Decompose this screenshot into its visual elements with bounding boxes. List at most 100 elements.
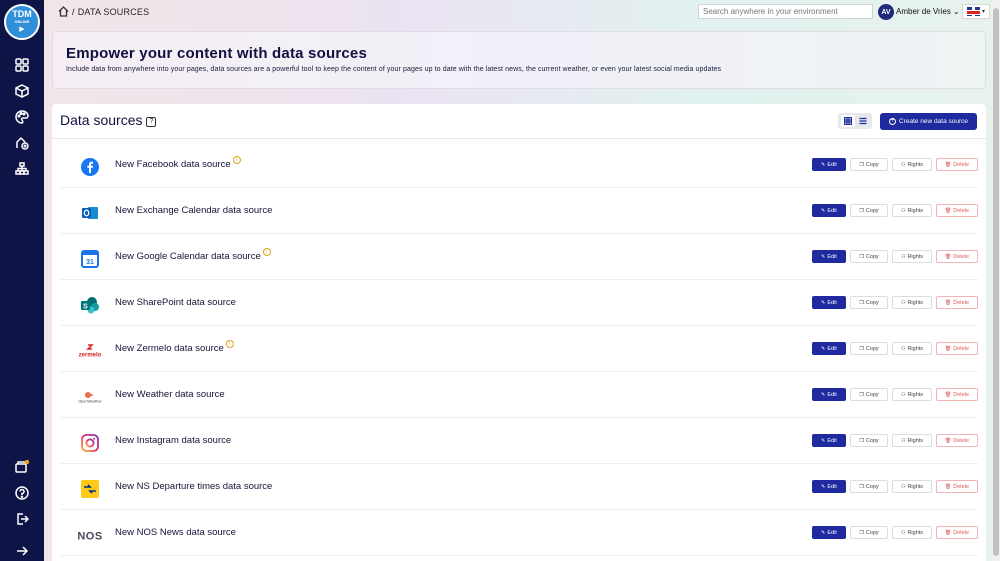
copy-button[interactable]: ❐ Copy [850,204,888,217]
rights-button[interactable]: ⚇ Rights [892,434,932,447]
rights-button[interactable]: ⚇ Rights [892,342,932,355]
rights-button[interactable]: ⚇ Rights [892,480,932,493]
copy-button[interactable]: ❐ Copy [850,342,888,355]
edit-button[interactable]: ✎ Edit [812,342,846,355]
help-question-icon[interactable]: ? [146,116,157,127]
caret-down-icon: ▾ [981,9,985,15]
delete-button[interactable]: 🗑 Delete [936,204,978,217]
network-icon[interactable] [11,158,33,180]
row-actions: ✎ Edit ❐ Copy ⚇ Rights 🗑 Delete [812,250,978,263]
users-icon: ⚇ [900,483,906,490]
delete-button[interactable]: 🗑 Delete [936,158,978,171]
data-source-row: S New SharePoint data source ✎ Edit ❐ Copy ⚇ Ri… [61,284,978,326]
copy-icon: ❐ [859,345,864,352]
edit-button-label: Edit [827,299,837,306]
delete-button[interactable]: 🗑 Delete [936,526,978,539]
data-sources-icon[interactable] [11,132,33,154]
svg-text:NOS: NOS [77,530,102,541]
rights-button[interactable]: ⚇ Rights [892,296,932,309]
edit-button[interactable]: ✎ Edit [812,526,846,539]
language-selector[interactable]: ▾ [962,4,990,19]
edit-button[interactable]: ✎ Edit [812,158,846,171]
svg-text:zermelo: zermelo [79,352,102,358]
hero-banner: Empower your content with data sources I… [52,31,986,89]
data-source-row: New Instagram data source ✎ Edit ❐ Copy ⚇ Righ… [61,422,978,464]
help-icon[interactable] [11,482,33,504]
trash-icon: 🗑 [944,345,952,352]
create-data-source-button[interactable]: + Create new data source [880,113,977,130]
data-source-label: New Google Calendar data source [115,251,261,262]
play-icon: ▶ [19,26,25,33]
data-source-name: New Facebook data source i [115,156,241,170]
user-menu[interactable]: Amber de Vries ⌄ [896,7,960,16]
copy-button[interactable]: ❐ Copy [850,480,888,493]
edit-icon: ✎ [821,161,826,168]
rights-button[interactable]: ⚇ Rights [892,158,932,171]
copy-button[interactable]: ❐ Copy [850,388,888,401]
home-icon[interactable] [58,6,69,17]
edit-button[interactable]: ✎ Edit [812,434,846,447]
hero-title: Empower your content with data sources [66,45,367,62]
info-icon[interactable]: i [232,156,241,164]
copy-button-label: Copy [865,253,879,260]
info-icon[interactable]: i [262,248,271,256]
search-input[interactable] [698,4,873,19]
copy-button-label: Copy [865,483,879,490]
copy-button[interactable]: ❐ Copy [850,296,888,309]
scrollbar[interactable] [992,0,1000,561]
tdm-logo[interactable]: TDM ONLINE ▶ [4,4,40,40]
data-source-label: New SharePoint data source [115,297,236,308]
copy-icon: ❐ [859,483,864,490]
grid-view-icon[interactable] [840,115,855,127]
sidebar: TDM ONLINE ▶ [0,0,44,561]
edit-button-label: Edit [827,529,837,536]
notifications-icon[interactable] [11,456,33,478]
data-source-label: New NS Departure times data source [115,481,273,492]
copy-icon: ❐ [859,391,864,398]
hero-subtitle: Include data from anywhere into your pag… [66,66,722,73]
edit-button[interactable]: ✎ Edit [812,480,846,493]
plus-circle-icon: + [888,118,896,125]
copy-button[interactable]: ❐ Copy [850,526,888,539]
edit-button[interactable]: ✎ Edit [812,388,846,401]
edit-button[interactable]: ✎ Edit [812,204,846,217]
avatar[interactable]: AV [878,4,894,20]
svg-text:S: S [83,303,88,310]
copy-button[interactable]: ❐ Copy [850,250,888,263]
users-icon: ⚇ [900,161,906,168]
logout-icon[interactable] [11,508,33,530]
cube-icon[interactable] [11,80,33,102]
row-actions: ✎ Edit ❐ Copy ⚇ Rights 🗑 Delete [812,434,978,447]
list-view-icon[interactable] [856,115,870,127]
delete-button-label: Delete [953,207,970,214]
edit-button[interactable]: ✎ Edit [812,296,846,309]
copy-button[interactable]: ❐ Copy [850,158,888,171]
expand-sidebar-icon[interactable] [11,540,33,561]
page-title: Data sources ? [60,112,157,128]
info-icon[interactable]: i [225,340,234,348]
edit-button[interactable]: ✎ Edit [812,250,846,263]
rights-button[interactable]: ⚇ Rights [892,388,932,401]
copy-button[interactable]: ❐ Copy [850,434,888,447]
edit-icon: ✎ [821,345,826,352]
rights-button[interactable]: ⚇ Rights [892,204,932,217]
delete-button[interactable]: 🗑 Delete [936,250,978,263]
rights-button-label: Rights [907,437,924,444]
scroll-thumb[interactable] [993,8,999,556]
delete-button[interactable]: 🗑 Delete [936,296,978,309]
instagram-icon [76,431,104,455]
copy-button-label: Copy [865,529,879,536]
dashboard-icon[interactable] [11,54,33,76]
delete-button-label: Delete [953,299,970,306]
rights-button[interactable]: ⚇ Rights [892,250,932,263]
delete-button[interactable]: 🗑 Delete [936,434,978,447]
delete-button[interactable]: 🗑 Delete [936,342,978,355]
rights-button-label: Rights [907,529,924,536]
palette-icon[interactable] [11,106,33,128]
delete-button[interactable]: 🗑 Delete [936,480,978,493]
data-source-row: 31 New Google Calendar data source i ✎ Edit ❐… [61,238,978,280]
copy-icon: ❐ [859,529,864,536]
topbar: / DATA SOURCES AV Amber de Vries ⌄ ▾ [44,0,1000,24]
delete-button[interactable]: 🗑 Delete [936,388,978,401]
rights-button[interactable]: ⚇ Rights [892,526,932,539]
